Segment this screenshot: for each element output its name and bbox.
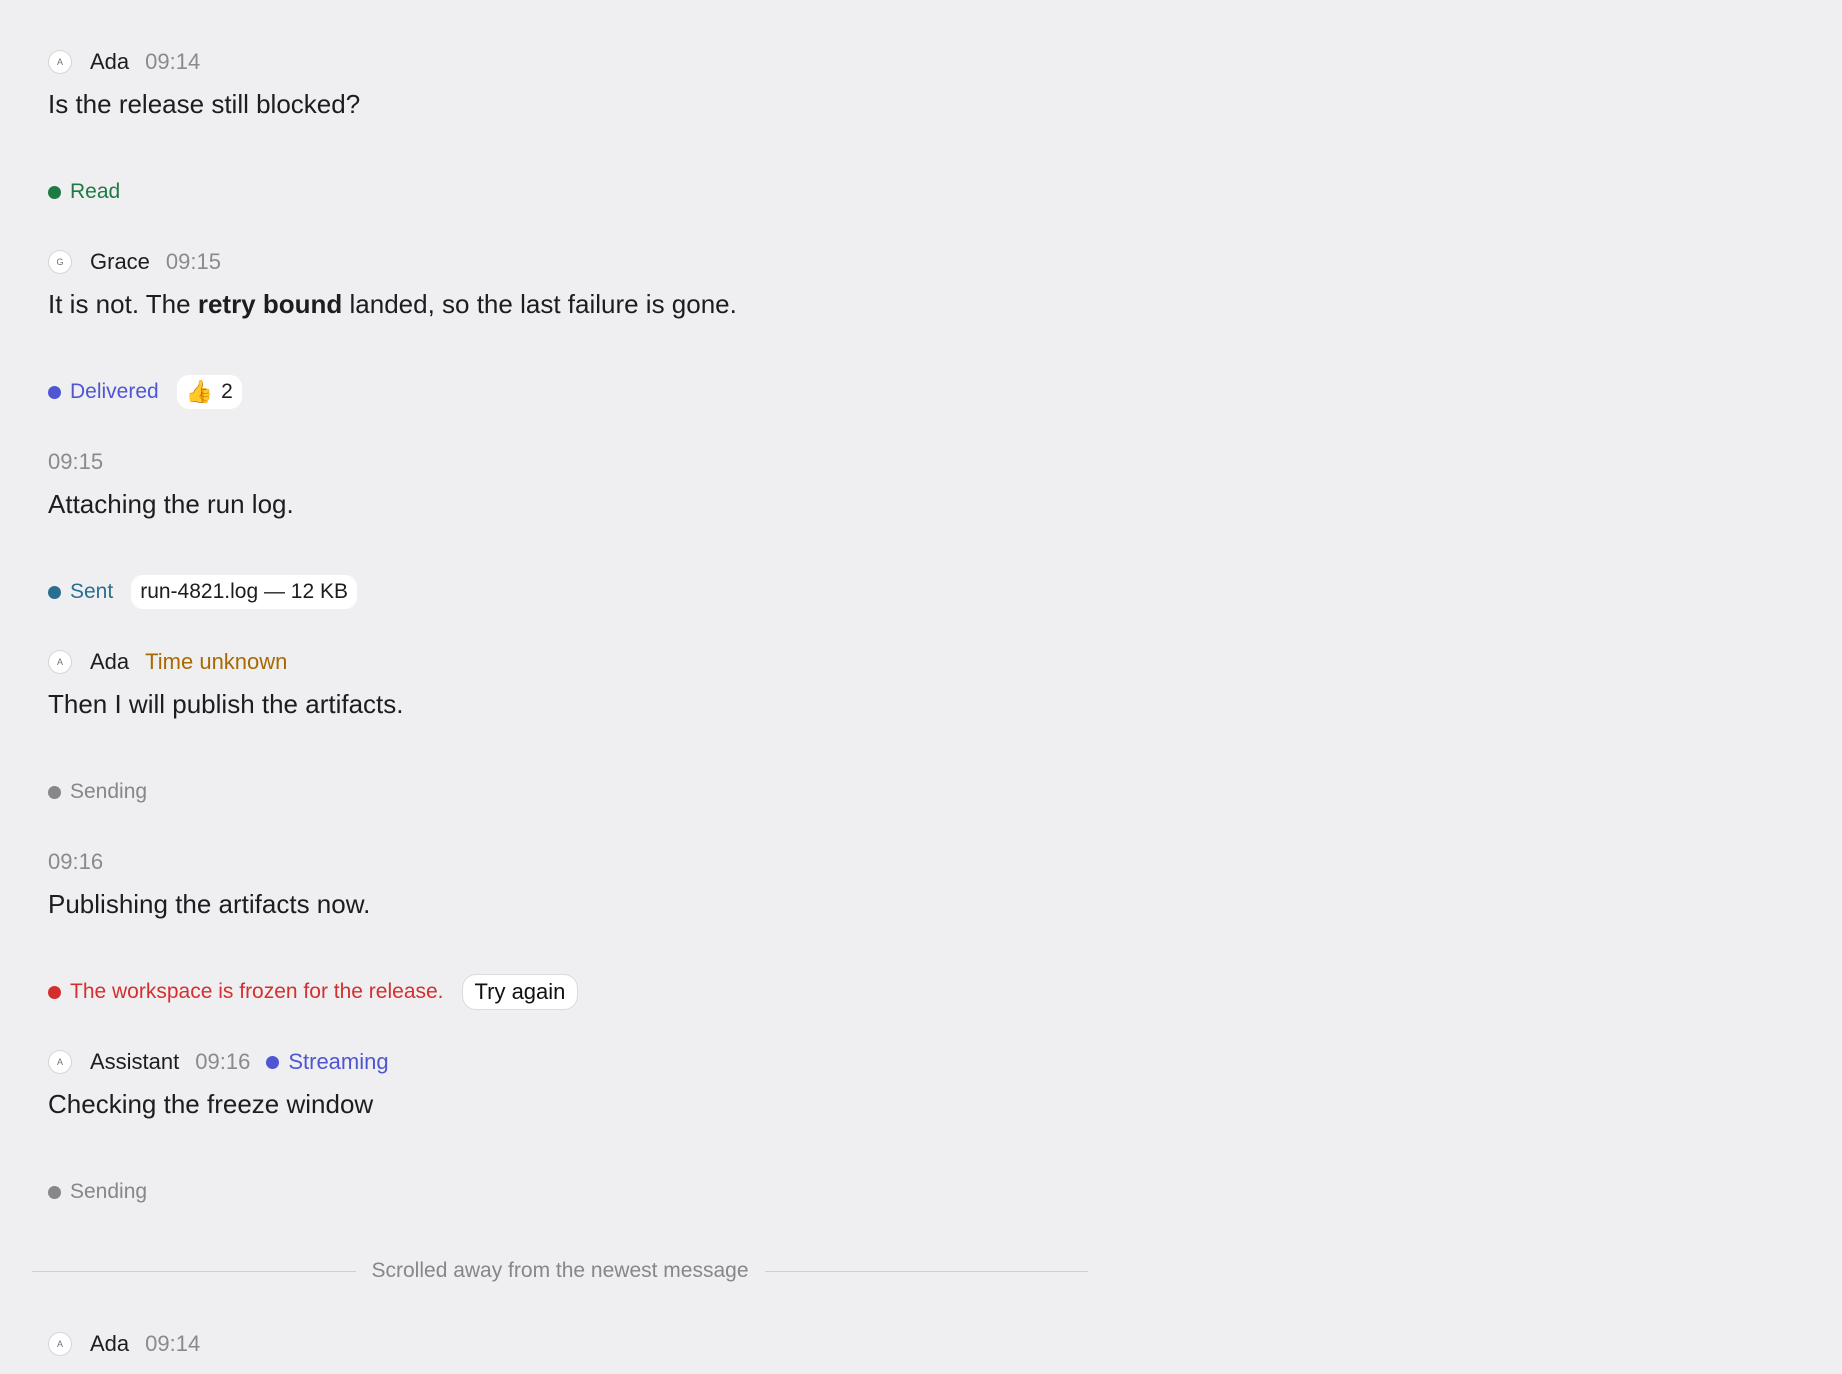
- message-status: Sending: [48, 775, 147, 809]
- message-bold-text: retry bound: [197, 289, 343, 319]
- message-item: A Ada Time unknown Then I will publish t…: [48, 648, 404, 720]
- message-item: 09:15 Attaching the run log.: [48, 448, 294, 520]
- timestamp: 09:16: [195, 1049, 251, 1074]
- message-body: It is not. The retry bound landed, so th…: [48, 288, 737, 320]
- error-label: The workspace is frozen for the release.: [70, 980, 444, 1003]
- message-meta: G Grace 09:15: [48, 248, 737, 276]
- status-dot-icon: [48, 385, 61, 399]
- status-dot-icon: [48, 1185, 61, 1199]
- author-name: Ada: [90, 49, 130, 74]
- author-name: Ada: [90, 649, 130, 674]
- try-again-button[interactable]: Try again: [461, 974, 579, 1010]
- message-item: G Grace 09:15 It is not. The retry bound…: [48, 248, 737, 320]
- status-label: Read: [70, 180, 121, 203]
- divider-line: [764, 1270, 1089, 1272]
- message-body: Attaching the run log.: [48, 489, 294, 519]
- attachment-chip[interactable]: run-4821.log — 12 KB: [131, 575, 357, 609]
- message-text: landed, so the last failure is gone.: [342, 289, 737, 319]
- message-status: Sending: [48, 1175, 147, 1209]
- status-label: Delivered: [70, 380, 159, 403]
- status-dot-icon: [48, 585, 61, 599]
- message-body: Checking the freeze window: [48, 1089, 374, 1119]
- message-item: A Ada 09:14: [48, 1330, 200, 1358]
- status-dot-icon: [48, 185, 61, 199]
- divider-label: Scrolled away from the newest message: [371, 1259, 749, 1282]
- timestamp: 09:14: [145, 49, 201, 74]
- timestamp: 09:15: [48, 449, 104, 474]
- message-meta: 09:15: [48, 448, 294, 476]
- avatar: A: [48, 1050, 72, 1074]
- reaction-count: 2: [221, 380, 233, 403]
- reaction-chip[interactable]: 👍 2: [176, 375, 242, 409]
- avatar: G: [48, 250, 72, 274]
- message-meta: A Ada Time unknown: [48, 648, 404, 676]
- message-meta: A Ada 09:14: [48, 48, 360, 76]
- message-meta: A Assistant 09:16 Streaming: [48, 1048, 389, 1076]
- streaming-label: Streaming: [288, 1049, 389, 1074]
- author-name: Assistant: [90, 1049, 180, 1074]
- author-name: Grace: [90, 249, 150, 274]
- message-text: It is not. The: [48, 289, 198, 319]
- streaming-indicator: Streaming: [266, 1049, 389, 1075]
- timestamp: 09:15: [165, 249, 221, 274]
- thumbs-up-icon: 👍: [185, 379, 214, 404]
- message-item: 09:16 Publishing the artifacts now.: [48, 848, 370, 920]
- timestamp-unknown: Time unknown: [145, 649, 288, 674]
- message-error: The workspace is frozen for the release.…: [48, 974, 579, 1010]
- status-label: Sent: [70, 580, 114, 603]
- message-meta: 09:16: [48, 848, 370, 876]
- status-label: Sending: [70, 1180, 148, 1203]
- timestamp: 09:16: [48, 849, 104, 874]
- message-meta: A Ada 09:14: [48, 1330, 200, 1358]
- message-item: A Assistant 09:16 Streaming Checking the…: [48, 1048, 389, 1120]
- avatar: A: [48, 1332, 72, 1356]
- message-status: Sent run-4821.log — 12 KB: [48, 575, 357, 609]
- status-dot-icon: [48, 785, 61, 799]
- avatar: A: [48, 50, 72, 74]
- author-name: Ada: [90, 1331, 130, 1356]
- scroll-divider: Scrolled away from the newest message: [32, 1259, 1089, 1283]
- message-status: Delivered 👍 2: [48, 375, 242, 409]
- message-body: Publishing the artifacts now.: [48, 889, 371, 919]
- status-dot-icon: [266, 1055, 280, 1069]
- divider-line: [32, 1270, 356, 1272]
- error-dot-icon: [48, 985, 61, 999]
- message-body: Then I will publish the artifacts.: [48, 689, 404, 719]
- avatar: A: [48, 650, 72, 674]
- message-thread[interactable]: A Ada 09:14 Is the release still blocked…: [0, 0, 1842, 1374]
- timestamp: 09:14: [145, 1331, 201, 1356]
- message-body: Is the release still blocked?: [48, 89, 361, 119]
- message-item: A Ada 09:14 Is the release still blocked…: [48, 48, 360, 120]
- message-status: Read: [48, 175, 120, 209]
- status-label: Sending: [70, 780, 148, 803]
